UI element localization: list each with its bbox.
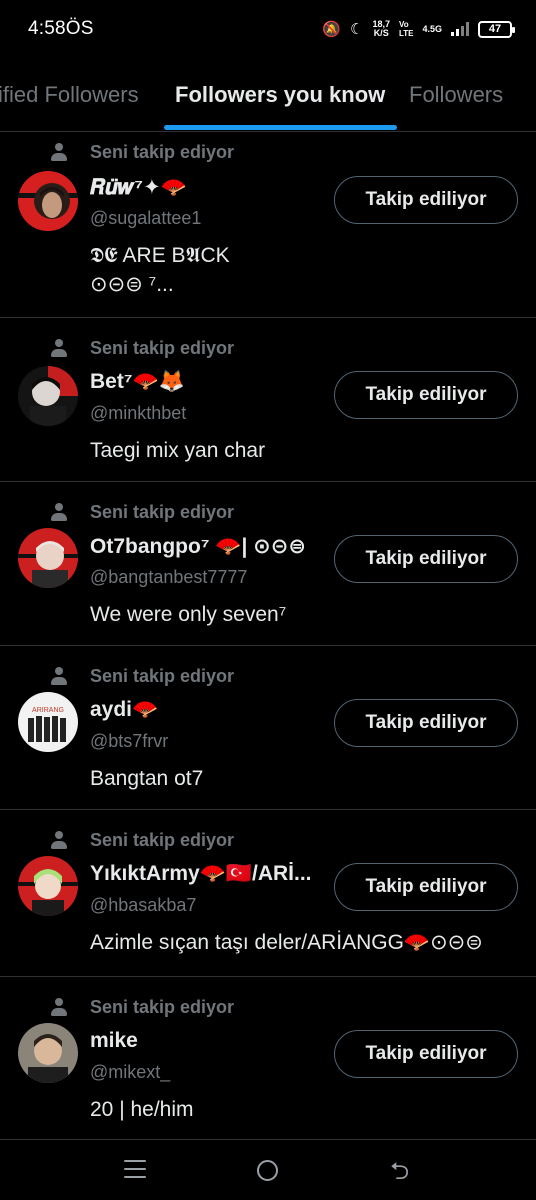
network-speed: 18,7 K/S xyxy=(372,20,390,38)
moon-icon: ☾ xyxy=(349,20,364,38)
follows-you-label: Seni takip ediyor xyxy=(90,142,235,162)
username[interactable]: @hbasakba7 xyxy=(90,895,196,916)
follows-you-context: Seni takip ediyor xyxy=(49,338,234,358)
follows-you-label: Seni takip ediyor xyxy=(90,666,235,686)
bio: We were only seven⁷ xyxy=(90,603,287,626)
username[interactable]: @minkthbet xyxy=(90,403,186,424)
avatar[interactable] xyxy=(18,1023,78,1083)
follows-you-context: Seni takip ediyor xyxy=(49,502,234,522)
follows-you-context: Seni takip ediyor xyxy=(49,666,234,686)
tab-followers[interactable]: Followers xyxy=(409,82,503,108)
volte-top: Vo xyxy=(398,20,409,29)
person-icon xyxy=(49,142,69,162)
followers-list: Seni takip ediyor 𝑹𝒖̈𝒘⁷✦🪭 @sugalattee1 𝕯… xyxy=(0,133,536,1140)
active-tab-indicator xyxy=(164,125,397,130)
following-button[interactable]: Takip ediliyor xyxy=(334,699,518,747)
list-item[interactable]: Seni takip ediyor Bet⁷🪭🦊 @minkthbet Taeg… xyxy=(0,318,536,482)
following-button[interactable]: Takip ediliyor xyxy=(334,1030,518,1078)
volte-bottom: LTE xyxy=(398,29,414,38)
status-bar: 4:58ÖS 🔕 ☾ 18,7 K/S Vo LTE 4.5G 47 xyxy=(0,0,536,58)
tab-followers-you-know[interactable]: Followers you know xyxy=(175,82,385,108)
username[interactable]: @sugalattee1 xyxy=(90,208,201,229)
back-arrow-icon[interactable]: ⮌ xyxy=(390,1154,409,1195)
status-time: 4:58ÖS xyxy=(28,18,94,39)
person-icon xyxy=(49,997,69,1017)
follows-you-context: Seni takip ediyor xyxy=(49,997,234,1017)
follows-you-context: Seni takip ediyor xyxy=(49,830,234,850)
follows-you-label: Seni takip ediyor xyxy=(90,997,235,1017)
list-item[interactable]: Seni takip ediyor mike @mikext_ 20 | he/… xyxy=(0,977,536,1140)
network-speed-unit: K/S xyxy=(373,28,389,38)
following-button[interactable]: Takip ediliyor xyxy=(334,535,518,583)
system-nav-bar: ⮌ xyxy=(0,1140,536,1200)
person-icon xyxy=(49,338,69,358)
avatar[interactable]: ARIRANG xyxy=(18,692,78,752)
username[interactable]: @bangtanbest7777 xyxy=(90,567,247,588)
bio: 𝕯𝕰 ARE B𝕬CK ⊙⊝⊜ ⁷... xyxy=(90,244,230,296)
battery-level: 47 xyxy=(488,23,502,35)
bell-off-icon: 🔕 xyxy=(322,20,341,38)
recent-apps-icon[interactable] xyxy=(124,1158,146,1180)
bio: 20 | he/him xyxy=(90,1098,194,1121)
list-item[interactable]: Seni takip ediyor 𝑹𝒖̈𝒘⁷✦🪭 @sugalattee1 𝕯… xyxy=(0,133,536,318)
svg-text:ARIRANG: ARIRANG xyxy=(32,707,64,714)
username[interactable]: @mikext_ xyxy=(90,1062,170,1083)
avatar[interactable] xyxy=(18,366,78,426)
follows-you-label: Seni takip ediyor xyxy=(90,338,235,358)
signal-icon xyxy=(451,22,469,36)
display-name[interactable]: mike xyxy=(90,1029,138,1053)
battery-icon: 47 xyxy=(478,20,515,38)
list-item[interactable]: Seni takip ediyor YıkıktArmy🪭🇹🇷/ARİ... @… xyxy=(0,810,536,977)
display-name[interactable]: Ot7bangpo⁷ 🪭| ⊙⊝⊜ xyxy=(90,534,306,559)
follows-you-context: Seni takip ediyor xyxy=(49,142,234,162)
display-name[interactable]: 𝑹𝒖̈𝒘⁷✦🪭 xyxy=(90,175,187,200)
following-button[interactable]: Takip ediliyor xyxy=(334,863,518,911)
person-icon xyxy=(49,502,69,522)
list-item[interactable]: Seni takip ediyor ARIRANG aydi🪭 @bts7frv… xyxy=(0,646,536,810)
username[interactable]: @bts7frvr xyxy=(90,731,168,752)
home-circle-icon[interactable] xyxy=(257,1160,278,1181)
tab-bar: ified Followers Followers you know Follo… xyxy=(0,58,536,132)
avatar[interactable] xyxy=(18,171,78,231)
network-type: 4.5G xyxy=(422,24,442,34)
display-name[interactable]: YıkıktArmy🪭🇹🇷/ARİ... xyxy=(90,862,312,886)
bio: Azimle sıçan taşı deler/ARİANGG🪭⊙⊝⊜ xyxy=(90,931,483,954)
following-button[interactable]: Takip ediliyor xyxy=(334,176,518,224)
display-name[interactable]: aydi🪭 xyxy=(90,698,158,722)
avatar[interactable] xyxy=(18,856,78,916)
follows-you-label: Seni takip ediyor xyxy=(90,830,235,850)
person-icon xyxy=(49,830,69,850)
bio: Taegi mix yan char xyxy=(90,439,266,462)
status-icons: 🔕 ☾ 18,7 K/S Vo LTE 4.5G 47 xyxy=(322,20,515,38)
tab-verified-followers[interactable]: ified Followers xyxy=(0,82,139,108)
volte-indicator: Vo LTE xyxy=(399,20,414,38)
display-name[interactable]: Bet⁷🪭🦊 xyxy=(90,370,185,394)
following-button[interactable]: Takip ediliyor xyxy=(334,371,518,419)
avatar[interactable] xyxy=(18,528,78,588)
person-icon xyxy=(49,666,69,686)
bio: Bangtan ot7 xyxy=(90,767,204,790)
list-item[interactable]: Seni takip ediyor Ot7bangpo⁷ 🪭| ⊙⊝⊜ @ban… xyxy=(0,482,536,646)
follows-you-label: Seni takip ediyor xyxy=(90,502,235,522)
